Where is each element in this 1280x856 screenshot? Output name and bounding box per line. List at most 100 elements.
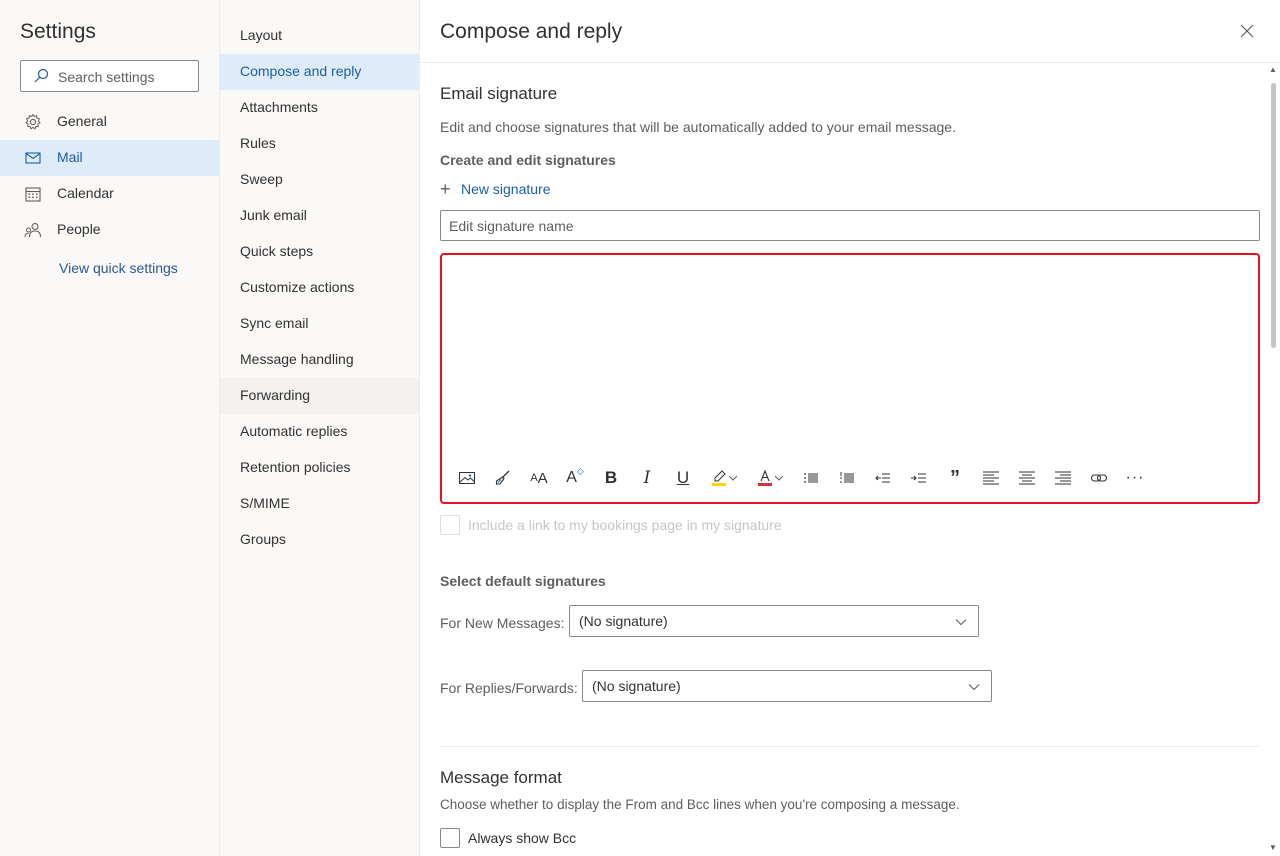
scrollbar-thumb[interactable]: [1271, 83, 1276, 348]
numbering-icon[interactable]: [836, 467, 858, 489]
mail-nav-retention-policies[interactable]: Retention policies: [220, 450, 419, 486]
settings-title: Settings: [20, 20, 96, 43]
mail-nav-label: Sync email: [240, 315, 309, 331]
mail-nav-label: Rules: [240, 135, 276, 151]
signature-name-placeholder: Edit signature name: [449, 218, 574, 234]
always-show-bcc-checkbox[interactable]: [440, 828, 460, 848]
message-format-description: Choose whether to display the From and B…: [440, 797, 960, 812]
plus-icon: +: [440, 179, 451, 199]
new-messages-signature-select[interactable]: (No signature): [569, 605, 979, 637]
nav-general[interactable]: General: [0, 104, 219, 140]
bold-icon[interactable]: B: [600, 467, 622, 489]
always-show-bcc-label: Always show Bcc: [468, 830, 577, 846]
italic-icon[interactable]: I: [636, 467, 658, 489]
mail-nav-label: Layout: [240, 27, 283, 43]
mail-nav-layout[interactable]: Layout: [220, 18, 419, 54]
section-divider: [440, 746, 1260, 747]
mail-nav-label: Customize actions: [240, 279, 355, 295]
signature-name-input[interactable]: Edit signature name: [440, 210, 1260, 241]
font-icon[interactable]: AA: [528, 467, 550, 489]
nav-people[interactable]: People: [0, 212, 219, 248]
bookings-link-label: Include a link to my bookings page in my…: [468, 517, 782, 533]
replies-signature-value: (No signature): [592, 678, 681, 694]
new-messages-label: For New Messages:: [440, 615, 565, 631]
font-color-chevron-down-icon[interactable]: [772, 467, 786, 489]
font-size-icon[interactable]: A ◇: [564, 466, 586, 489]
chevron-down-icon: [955, 619, 967, 626]
nav-people-label: People: [57, 221, 101, 237]
mail-nav-label: Junk email: [240, 207, 307, 223]
mail-nav-label: Forwarding: [240, 387, 311, 403]
people-icon: [24, 222, 42, 238]
search-placeholder: Search settings: [58, 69, 155, 85]
mail-nav-sync-email[interactable]: Sync email: [220, 306, 419, 342]
mail-nav-compose-and-reply[interactable]: Compose and reply: [220, 54, 419, 90]
chevron-down-icon: [968, 684, 980, 691]
link-icon[interactable]: [1088, 467, 1110, 489]
increase-indent-icon[interactable]: [908, 467, 930, 489]
email-signature-heading: Email signature: [440, 84, 558, 103]
nav-mail[interactable]: Mail: [0, 140, 219, 176]
more-options-icon[interactable]: ···: [1124, 467, 1146, 489]
mail-nav-junk-email[interactable]: Junk email: [220, 198, 419, 234]
mail-nav-automatic-replies[interactable]: Automatic replies: [220, 414, 419, 450]
settings-sidebar: Settings Search settings General Mail Ca…: [0, 0, 220, 856]
mail-nav-label: Compose and reply: [240, 63, 362, 79]
new-messages-signature-value: (No signature): [579, 613, 668, 629]
header-divider: [420, 62, 1280, 63]
insert-picture-icon[interactable]: [456, 467, 478, 489]
mail-nav-label: S/MIME: [240, 495, 290, 511]
mail-nav-groups[interactable]: Groups: [220, 522, 419, 558]
create-signatures-heading: Create and edit signatures: [440, 152, 616, 168]
mail-nav-sweep[interactable]: Sweep: [220, 162, 419, 198]
highlight-chevron-down-icon[interactable]: [726, 467, 740, 489]
default-signatures-heading: Select default signatures: [440, 573, 606, 589]
underline-icon[interactable]: U: [672, 467, 694, 489]
align-center-icon[interactable]: [1016, 467, 1038, 489]
mail-nav-label: Message handling: [240, 351, 354, 367]
mail-nav-attachments[interactable]: Attachments: [220, 90, 419, 126]
close-icon[interactable]: [1238, 22, 1256, 40]
mail-nav-label: Quick steps: [240, 243, 314, 259]
mail-nav-rules[interactable]: Rules: [220, 126, 419, 162]
mail-icon: [25, 152, 41, 164]
settings-app: Settings Search settings General Mail Ca…: [0, 0, 1280, 856]
mail-nav-smime[interactable]: S/MIME: [220, 486, 419, 522]
scroll-up-icon[interactable]: ▲: [1269, 65, 1277, 74]
mail-nav-label: Groups: [240, 531, 286, 547]
gear-icon: [25, 113, 41, 130]
align-left-icon[interactable]: [980, 467, 1002, 489]
email-signature-description: Edit and choose signatures that will be …: [440, 119, 956, 135]
mail-nav-customize-actions[interactable]: Customize actions: [220, 270, 419, 306]
mail-nav-label: Attachments: [240, 99, 318, 115]
message-format-heading: Message format: [440, 768, 562, 787]
align-right-icon[interactable]: [1052, 467, 1074, 489]
nav-general-label: General: [57, 113, 107, 129]
view-quick-settings-link[interactable]: View quick settings: [59, 260, 178, 276]
bullets-icon[interactable]: [800, 467, 822, 489]
nav-calendar-label: Calendar: [57, 185, 114, 201]
mail-nav-forwarding[interactable]: Forwarding: [220, 378, 419, 414]
format-painter-icon[interactable]: [492, 467, 514, 489]
replies-signature-select[interactable]: (No signature): [582, 670, 992, 702]
mail-settings-nav: Layout Compose and reply Attachments Rul…: [220, 0, 420, 856]
decrease-indent-icon[interactable]: [872, 467, 894, 489]
scroll-down-icon[interactable]: ▼: [1269, 843, 1277, 852]
nav-calendar[interactable]: Calendar: [0, 176, 219, 212]
mail-nav-label: Retention policies: [240, 459, 351, 475]
panel-title: Compose and reply: [440, 20, 623, 43]
mail-nav-label: Sweep: [240, 171, 283, 187]
quote-icon[interactable]: ”: [944, 467, 966, 489]
compose-reply-panel: Compose and reply Email signature Edit a…: [420, 0, 1280, 856]
search-icon: [34, 68, 49, 83]
mail-nav-label: Automatic replies: [240, 423, 348, 439]
new-signature-label: New signature: [461, 181, 551, 197]
bookings-link-checkbox[interactable]: [440, 515, 460, 535]
panel-scrollbar[interactable]: ▲ ▼: [1266, 63, 1280, 856]
mail-nav-message-handling[interactable]: Message handling: [220, 342, 419, 378]
replies-label: For Replies/Forwards:: [440, 680, 578, 696]
signature-editor[interactable]: AA A ◇ B I U ” ···: [440, 253, 1260, 504]
search-settings-input[interactable]: Search settings: [20, 60, 199, 92]
nav-mail-label: Mail: [57, 149, 83, 165]
mail-nav-quick-steps[interactable]: Quick steps: [220, 234, 419, 270]
